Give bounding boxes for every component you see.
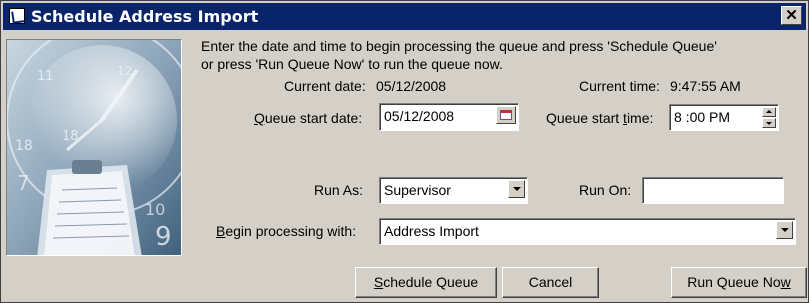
run-as-label: Run As:: [314, 182, 364, 198]
begin-processing-mnemonic: B: [216, 223, 226, 239]
svg-text:12: 12: [117, 64, 132, 78]
current-time-label: Current time:: [579, 78, 660, 94]
current-time-value: 9:47:55 AM: [670, 78, 741, 94]
queue-start-time-field[interactable]: 8 :00 PM: [669, 104, 779, 131]
queue-start-date-label-rest: ueue start date:: [264, 110, 363, 126]
schedule-queue-button[interactable]: Schedule Queue: [355, 267, 497, 298]
run-queue-now-button[interactable]: Run Queue Now: [671, 267, 807, 298]
svg-text:9: 9: [155, 222, 172, 252]
queue-start-date-field[interactable]: 05/12/2008: [379, 103, 519, 131]
queue-start-time-label-pre: Queue start: [546, 110, 624, 126]
cancel-label: Cancel: [528, 274, 573, 290]
instructions-line-1: Enter the date and time to begin process…: [201, 38, 717, 54]
queue-start-date-label: Queue start date:: [254, 110, 362, 126]
schedule-queue-label: chedule Queue: [383, 274, 479, 290]
svg-text:18: 18: [62, 129, 79, 144]
run-as-value: Supervisor: [384, 182, 451, 198]
svg-text:10: 10: [145, 200, 165, 219]
svg-text:11: 11: [37, 69, 54, 84]
close-icon: ✕: [785, 7, 798, 24]
queue-start-time-label-post: ime:: [626, 110, 654, 126]
chevron-down-icon[interactable]: [776, 221, 793, 239]
spin-icon[interactable]: [762, 107, 776, 128]
svg-text:7: 7: [17, 171, 30, 195]
chevron-down-icon[interactable]: [508, 180, 525, 198]
decorative-image: 11 12 18 18 7 10 9: [6, 39, 182, 256]
begin-processing-label-rest: egin processing with:: [225, 223, 357, 239]
window-title: Schedule Address Import: [31, 7, 259, 26]
close-button[interactable]: ✕: [781, 6, 802, 25]
queue-start-date-value: 05/12/2008: [384, 108, 455, 124]
run-on-label: Run On:: [579, 182, 632, 198]
current-date-value: 05/12/2008: [376, 78, 447, 94]
cancel-button[interactable]: Cancel: [502, 267, 599, 298]
spin-down-button[interactable]: [762, 118, 776, 128]
queue-start-date-mnemonic: Q: [254, 110, 265, 126]
run-queue-now-mnemonic: w: [780, 274, 791, 290]
run-queue-now-label: Run Queue No: [687, 274, 781, 290]
svg-text:18: 18: [15, 138, 33, 154]
instructions-line-2: or press 'Run Queue Now' to run the queu…: [201, 56, 503, 72]
begin-processing-value: Address Import: [384, 223, 479, 239]
run-on-field[interactable]: [642, 177, 784, 204]
instructions-text: Enter the date and time to begin process…: [201, 37, 801, 73]
queue-start-time-value: 8 :00 PM: [674, 109, 731, 125]
calendar-icon[interactable]: [496, 106, 516, 124]
begin-processing-label: Begin processing with:: [216, 223, 356, 239]
app-icon: [9, 8, 25, 24]
begin-processing-select[interactable]: Address Import: [379, 218, 796, 245]
run-as-select[interactable]: Supervisor: [379, 177, 528, 204]
title-bar[interactable]: Schedule Address Import ✕: [3, 3, 806, 30]
schedule-dialog: Schedule Address Import ✕ 11 12 18 18 7 …: [0, 0, 809, 303]
schedule-queue-mnemonic: S: [373, 274, 384, 290]
clock-calendar-image: 11 12 18 18 7 10 9: [7, 40, 181, 255]
current-date-label: Current date:: [284, 78, 366, 94]
spin-up-button[interactable]: [762, 107, 776, 117]
queue-start-time-label: Queue start time:: [546, 110, 653, 126]
